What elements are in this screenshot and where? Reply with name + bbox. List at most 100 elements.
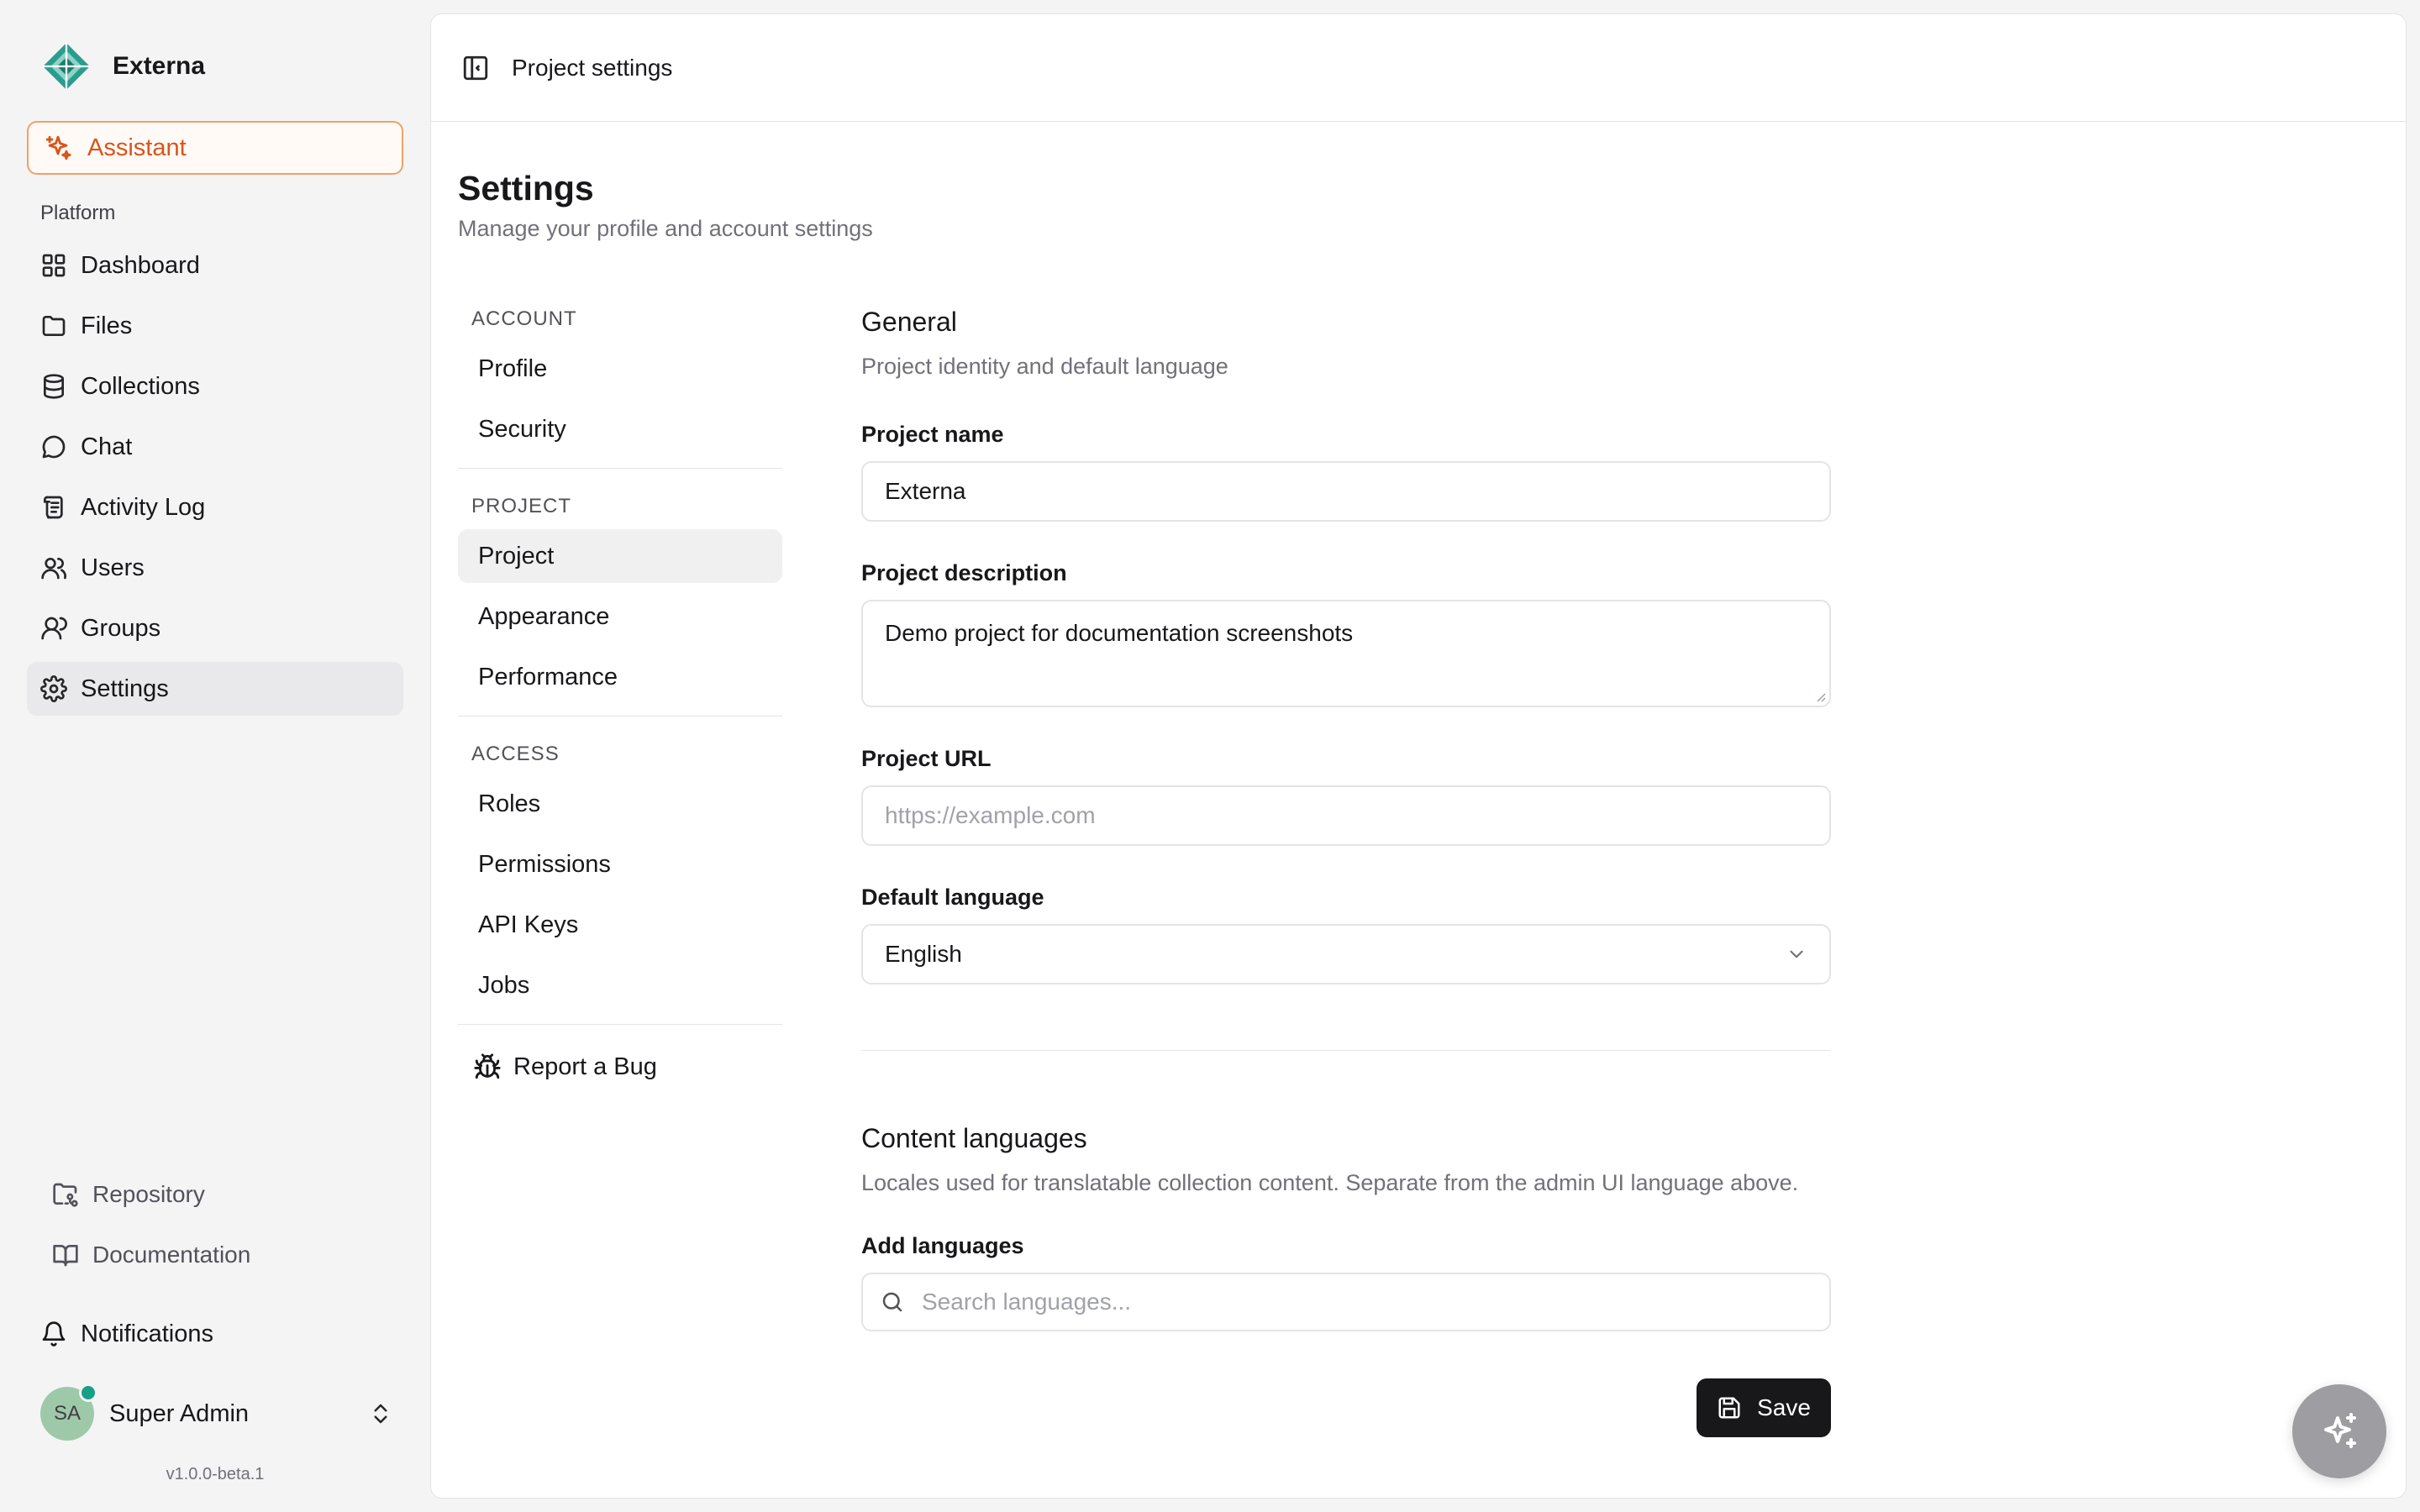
documentation-label: Documentation (92, 1242, 251, 1268)
language-search-placeholder: Search languages... (922, 1289, 1132, 1315)
sidebar-item-collections[interactable]: Collections (27, 360, 403, 413)
sidebar-item-label: Dashboard (81, 251, 200, 279)
language-search-input[interactable]: Search languages... (861, 1273, 1831, 1331)
book-open-icon (52, 1242, 79, 1268)
users-icon (40, 554, 67, 581)
subnav-group-account: ACCOUNT (471, 307, 577, 330)
project-description-value: Demo project for documentation screensho… (885, 620, 1354, 646)
sidebar-item-settings[interactable]: Settings (27, 662, 403, 716)
subnav-item-permissions[interactable]: Permissions (458, 837, 782, 891)
repository-label: Repository (92, 1181, 205, 1207)
sidebar-nav: Dashboard Files Collections Chat Activit… (27, 239, 403, 722)
folder-git-icon (52, 1181, 79, 1208)
chevron-down-icon (1786, 943, 1807, 965)
report-bug-button[interactable]: Report a Bug (458, 1040, 782, 1094)
platform-section-label: Platform (40, 202, 116, 224)
subnav-divider (458, 716, 782, 717)
user-menu[interactable]: SA Super Admin (40, 1383, 393, 1443)
sidebar: Externa Assistant Platform Dashboard Fil… (0, 0, 430, 1512)
bug-icon (473, 1053, 502, 1081)
subnav-item-jobs[interactable]: Jobs (458, 958, 782, 1012)
assistant-fab[interactable] (2292, 1384, 2386, 1478)
subnav-divider (458, 1024, 782, 1025)
search-icon (880, 1289, 905, 1315)
breadcrumb: Project settings (512, 54, 673, 81)
default-language-label: Default language (861, 885, 1044, 910)
project-url-label: Project URL (861, 746, 992, 771)
subnav-group-access: ACCESS (471, 743, 560, 765)
sidebar-item-label: Groups (81, 614, 161, 642)
content-languages-title: Content languages (861, 1123, 1087, 1153)
notifications-label: Notifications (81, 1320, 213, 1347)
sidebar-item-files[interactable]: Files (27, 299, 403, 353)
externa-logo-icon (40, 40, 92, 92)
sparkles-icon (44, 134, 72, 162)
subnav-item-profile[interactable]: Profile (458, 342, 782, 396)
sidebar-item-activity-log[interactable]: Activity Log (27, 480, 403, 534)
assistant-label: Assistant (87, 134, 187, 161)
documentation-link[interactable]: Documentation (40, 1228, 410, 1282)
subnav-item-api-keys[interactable]: API Keys (458, 898, 782, 952)
content-languages-description: Locales used for translatable collection… (861, 1170, 1799, 1195)
main-panel: Project settings Settings Manage your pr… (430, 13, 2407, 1499)
user-group-icon (40, 615, 67, 642)
save-button[interactable]: Save (1697, 1378, 1831, 1437)
sidebar-item-chat[interactable]: Chat (27, 420, 403, 474)
resize-grip-icon[interactable] (1812, 689, 1826, 702)
dashboard-grid-icon (40, 252, 67, 279)
app-version: v1.0.0-beta.1 (166, 1465, 265, 1483)
sidebar-item-groups[interactable]: Groups (27, 601, 403, 655)
gear-icon (40, 675, 67, 702)
sidebar-item-dashboard[interactable]: Dashboard (27, 239, 403, 292)
bell-icon (40, 1320, 67, 1347)
subnav-item-project[interactable]: Project (458, 529, 782, 583)
sidebar-item-label: Activity Log (81, 493, 206, 521)
project-description-label: Project description (861, 560, 1067, 585)
topbar: Project settings (431, 14, 2406, 122)
settings-subnav: ACCOUNT Profile Security PROJECT Project… (458, 297, 782, 1094)
sidebar-item-label: Files (81, 312, 133, 339)
floppy-disk-icon (1717, 1395, 1742, 1420)
subnav-item-performance[interactable]: Performance (458, 650, 782, 704)
page-title: Settings (458, 169, 594, 207)
sidebar-item-label: Settings (81, 675, 169, 702)
online-status-dot (79, 1383, 97, 1402)
chevrons-up-down-icon (368, 1401, 393, 1426)
sidebar-item-label: Collections (81, 372, 200, 400)
notifications-button[interactable]: Notifications (40, 1307, 213, 1361)
subnav-item-roles[interactable]: Roles (458, 777, 782, 831)
folder-icon (40, 312, 67, 339)
subnav-group-project: PROJECT (471, 495, 572, 517)
general-section-description: Project identity and default language (861, 354, 1228, 379)
scroll-log-icon (40, 494, 67, 521)
add-languages-label: Add languages (861, 1233, 1024, 1258)
chat-bubble-icon (40, 433, 67, 460)
avatar-initials: SA (53, 1402, 81, 1425)
general-section-title: General (861, 307, 957, 337)
report-bug-label: Report a Bug (513, 1053, 657, 1080)
assistant-button[interactable]: Assistant (27, 121, 403, 175)
brand-name: Externa (113, 52, 206, 80)
default-language-value: English (885, 941, 962, 967)
sidebar-item-users[interactable]: Users (27, 541, 403, 595)
sidebar-item-label: Chat (81, 433, 133, 460)
brand[interactable]: Externa (40, 40, 205, 92)
project-url-input[interactable]: https://example.com (861, 785, 1831, 846)
project-name-input[interactable]: Externa (861, 461, 1831, 522)
subnav-item-appearance[interactable]: Appearance (458, 590, 782, 643)
default-language-select[interactable]: English (861, 924, 1831, 984)
sidebar-bottom-links: Repository Documentation (40, 1168, 410, 1289)
avatar: SA (40, 1383, 97, 1441)
subnav-divider (458, 468, 782, 469)
project-name-label: Project name (861, 422, 1004, 447)
subnav-item-security[interactable]: Security (458, 402, 782, 456)
repository-link[interactable]: Repository (40, 1168, 410, 1221)
panel-left-icon[interactable] (461, 54, 490, 82)
database-icon (40, 373, 67, 400)
sidebar-item-label: Users (81, 554, 145, 581)
project-settings-form: General Project identity and default lan… (861, 307, 1831, 1331)
project-description-textarea[interactable]: Demo project for documentation screensho… (861, 600, 1831, 707)
section-divider (861, 1050, 1831, 1051)
sparkles-icon (2319, 1411, 2360, 1452)
page-subtitle: Manage your profile and account settings (458, 216, 873, 241)
